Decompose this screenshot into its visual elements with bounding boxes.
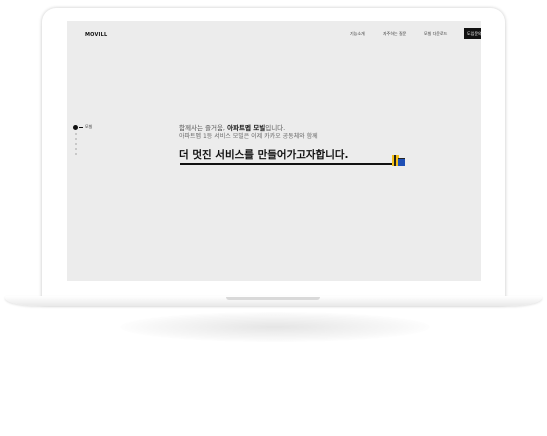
section-dot[interactable] [75, 153, 77, 155]
contact-button[interactable]: 도입문의 [464, 28, 481, 39]
section-dot-connector [79, 127, 83, 128]
kakao-blocks-icon [392, 155, 405, 166]
hero-subline: 아파트멥 1등 서비스 모빌은 이제 카카오 공동체와 함께 [179, 133, 318, 140]
laptop-shadow [120, 312, 430, 342]
site-logo[interactable]: MOVILL [85, 32, 107, 38]
section-dot-active[interactable] [73, 125, 78, 130]
laptop-screen: MOVILL 기능소개 자주하는 질문 모빌 다운로드 도입문의 모빌 함께사는… [67, 21, 481, 281]
laptop-mockup: MOVILL 기능소개 자주하는 질문 모빌 다운로드 도입문의 모빌 함께사는… [0, 0, 547, 436]
nav-item-faq[interactable]: 자주하는 질문 [383, 31, 406, 37]
nav-item-download[interactable]: 모빌 다운로드 [424, 31, 447, 37]
hero-headline: 더 멋진 서비스를 만들어가고자합니다. [179, 149, 349, 161]
section-dot[interactable] [75, 143, 77, 145]
laptop-notch [226, 297, 320, 300]
section-dot-label: 모빌 [85, 124, 93, 129]
section-dot[interactable] [75, 148, 77, 150]
section-dot[interactable] [75, 133, 77, 135]
headline-underline [180, 163, 393, 165]
nav-item-features[interactable]: 기능소개 [350, 31, 365, 37]
section-dot[interactable] [75, 138, 77, 140]
